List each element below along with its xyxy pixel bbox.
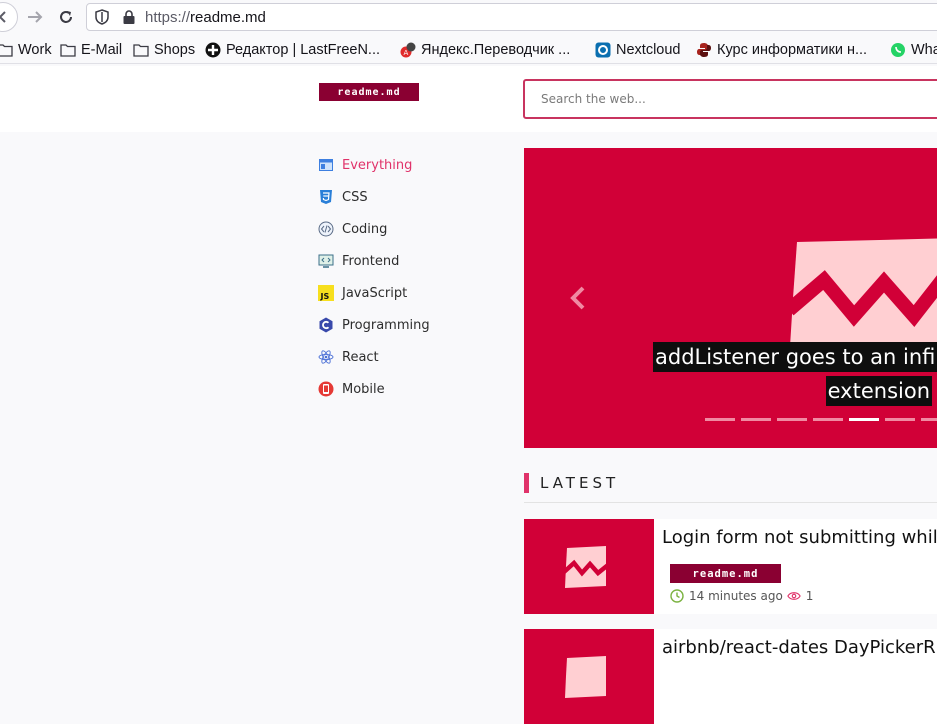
react-icon [318, 350, 334, 364]
bookmark-whatsapp[interactable]: Wha [890, 41, 937, 59]
browser-toolbar: https://readme.md [0, 0, 937, 34]
hero-caption-line1[interactable]: addListener goes to an infin [653, 342, 937, 372]
search-input[interactable] [523, 79, 937, 119]
url-text[interactable]: https://readme.md [145, 9, 266, 26]
sidebar-item-everything[interactable]: Everything [318, 153, 412, 177]
address-bar[interactable]: https://readme.md [86, 3, 937, 31]
sidebar-item-label: JavaScript [342, 285, 408, 301]
mobile-icon [318, 381, 334, 397]
sidebar-item-css[interactable]: CSS [318, 185, 368, 209]
nextcloud-icon [595, 42, 611, 58]
bookmark-lastfree[interactable]: Редактор | LastFreeN... [205, 41, 380, 59]
post-tag[interactable]: readme.md [670, 564, 781, 583]
readme-logo-icon [565, 656, 606, 698]
carousel-prev-icon[interactable] [567, 284, 589, 312]
url-host: readme.md [190, 9, 266, 26]
sidebar-item-label: Frontend [342, 253, 400, 269]
sidebar-item-mobile[interactable]: Mobile [318, 377, 385, 401]
whatsapp-icon [891, 43, 905, 57]
svg-text:A: A [404, 49, 409, 57]
post-thumbnail[interactable] [524, 629, 654, 724]
site-header: readme.md [0, 66, 937, 132]
css3-icon [320, 190, 332, 204]
folder-icon [0, 44, 13, 57]
carousel-dot[interactable] [885, 418, 915, 421]
browser-chrome: https://readme.md Work E-Mail Shops Реда… [0, 0, 937, 66]
sidebar-item-label: CSS [342, 189, 368, 205]
js-icon: JS [318, 285, 334, 301]
latest-heading: LATEST [540, 474, 620, 492]
hero-caption-line2[interactable]: extension [825, 376, 932, 406]
post-thumbnail[interactable] [524, 519, 654, 614]
bookmark-label: Wha [911, 42, 937, 58]
forward-button[interactable] [22, 4, 48, 30]
bookmark-nextcloud[interactable]: Nextcloud [595, 41, 680, 59]
eye-icon [787, 592, 801, 600]
sidebar-item-coding[interactable]: Coding [318, 217, 387, 241]
latest-section-header: LATEST [524, 472, 937, 503]
sidebar-item-label: Mobile [342, 381, 385, 397]
sidebar-item-label: React [342, 349, 379, 365]
bookmark-yandex-translate[interactable]: A Яндекс.Переводчик ... [400, 41, 570, 59]
sidebar-item-label: Coding [342, 221, 388, 237]
clock-icon [670, 589, 684, 603]
hero-carousel[interactable]: addListener goes to an infin extension [524, 148, 937, 448]
layout-icon [319, 159, 333, 171]
carousel-dot[interactable] [741, 418, 771, 421]
sidebar-item-frontend[interactable]: Frontend [318, 249, 399, 273]
url-scheme: https:// [145, 9, 191, 26]
monitor-code-icon [318, 254, 334, 268]
sidebar-item-label: Programming [342, 317, 430, 333]
bookmark-label: Nextcloud [616, 42, 681, 58]
back-button[interactable] [0, 2, 18, 32]
python-icon [697, 43, 711, 57]
bookmark-label: Яндекс.Переводчик ... [421, 42, 571, 58]
carousel-indicators [705, 418, 937, 421]
code-icon [318, 221, 334, 237]
bookmark-shops[interactable]: Shops [133, 41, 195, 59]
bookmark-label: E-Mail [81, 42, 123, 58]
post-title[interactable]: Login form not submitting whil [662, 527, 937, 548]
post-meta: 14 minutes ago 1 [670, 589, 813, 603]
svg-text:JS: JS [320, 292, 330, 301]
yandex-translate-icon: A [400, 42, 416, 58]
bookmarks-toolbar: Work E-Mail Shops Редактор | LastFreeN..… [0, 36, 937, 64]
c-lang-icon [319, 317, 333, 333]
section-accent-bar [524, 473, 529, 493]
post-card[interactable]: airbnb/react-dates DayPickerR [524, 629, 937, 724]
sidebar-item-programming[interactable]: Programming [318, 313, 430, 337]
bookmark-work[interactable]: Work [0, 41, 52, 59]
carousel-dot[interactable] [705, 418, 735, 421]
carousel-dot[interactable] [777, 418, 807, 421]
shield-icon[interactable] [95, 9, 109, 25]
readme-logo-icon [564, 546, 608, 588]
lock-icon[interactable] [122, 10, 136, 25]
site-logo[interactable]: readme.md [319, 83, 419, 101]
reload-icon [60, 11, 72, 23]
bookmark-email[interactable]: E-Mail [60, 41, 122, 59]
carousel-dot-active[interactable] [849, 418, 879, 421]
folder-icon [133, 44, 149, 57]
carousel-dot[interactable] [813, 418, 843, 421]
reload-button[interactable] [53, 4, 79, 30]
sidebar-item-react[interactable]: React [318, 345, 379, 369]
sidebar-item-label: Everything [342, 157, 413, 173]
post-title[interactable]: airbnb/react-dates DayPickerR [662, 637, 936, 658]
lastfree-icon [205, 42, 221, 58]
folder-icon [60, 44, 76, 57]
bookmark-informatics[interactable]: Курс информатики н... [696, 41, 867, 59]
bookmark-label: Shops [154, 42, 196, 58]
carousel-dot[interactable] [921, 418, 937, 421]
post-views: 1 [805, 589, 814, 603]
back-arrow-icon [0, 11, 6, 23]
bookmark-label: Редактор | LastFreeN... [226, 42, 381, 58]
bookmark-label: Курс информатики н... [717, 42, 868, 58]
post-card[interactable]: Login form not submitting whil readme.md… [524, 519, 937, 614]
post-time: 14 minutes ago [689, 589, 783, 603]
bookmark-label: Work [18, 42, 52, 58]
forward-arrow-icon [28, 11, 43, 23]
sidebar-item-javascript[interactable]: JS JavaScript [318, 281, 407, 305]
